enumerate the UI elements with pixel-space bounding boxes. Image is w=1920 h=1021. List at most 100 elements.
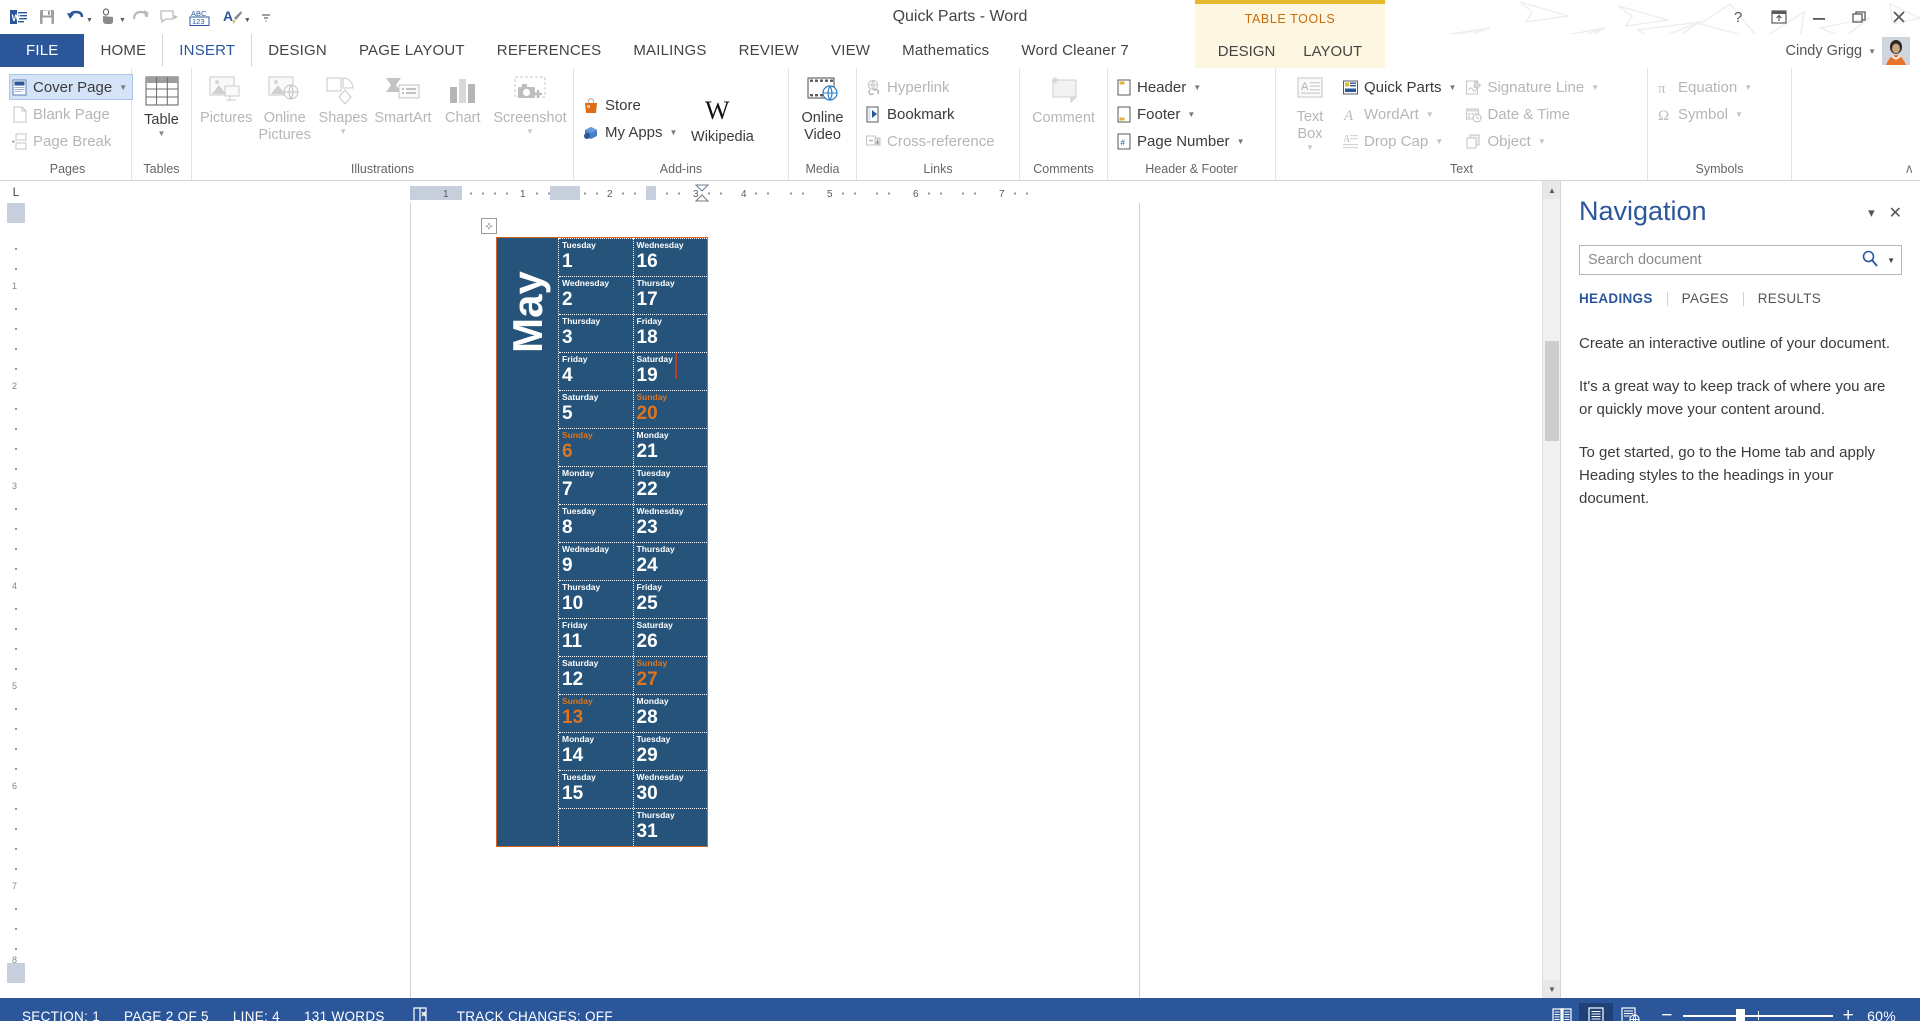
status-line[interactable]: LINE: 4 — [221, 1009, 292, 1021]
calendar-table[interactable]: May Tuesday 1 Wednesday 2 Thursday 3 Friday 4 Sa… — [496, 237, 708, 847]
calendar-cell[interactable]: Monday 28 — [633, 694, 707, 732]
calendar-cell[interactable]: Monday 21 — [633, 428, 707, 466]
ribbon-display-options-icon[interactable] — [1766, 4, 1792, 30]
calendar-cell[interactable]: Sunday 6 — [559, 428, 633, 466]
tab-references[interactable]: REFERENCES — [481, 34, 618, 67]
undo-icon[interactable] — [62, 4, 88, 30]
zoom-in-button[interactable]: + — [1843, 1006, 1854, 1021]
calendar-cell[interactable]: Saturday 19 — [633, 352, 707, 390]
calendar-cell[interactable]: Tuesday 15 — [559, 770, 633, 808]
help-icon[interactable]: ? — [1726, 4, 1752, 30]
search-options-dropdown-icon[interactable]: ▼ — [1887, 256, 1895, 265]
tab-design[interactable]: DESIGN — [252, 34, 343, 67]
word-count-icon[interactable]: ABC 123 — [184, 4, 218, 30]
calendar-cell[interactable]: Sunday 13 — [559, 694, 633, 732]
page-number-button[interactable]: # Page Number ▼ — [1113, 128, 1250, 154]
calendar-cell[interactable]: Tuesday 1 — [559, 238, 633, 276]
zoom-slider[interactable] — [1682, 1008, 1833, 1021]
calendar-cell[interactable]: Saturday 12 — [559, 656, 633, 694]
zoom-slider-thumb[interactable] — [1735, 1009, 1745, 1021]
calendar-cell[interactable]: Saturday 26 — [633, 618, 707, 656]
save-icon[interactable] — [34, 4, 60, 30]
account-dropdown-icon[interactable]: ▼ — [1868, 47, 1876, 56]
calendar-cell[interactable]: Tuesday 8 — [559, 504, 633, 542]
document-page[interactable]: ⊹ May Tuesday 1 Wednesday 2 Thursday 3 Friday 4… — [410, 203, 1140, 998]
repeat-typing-icon[interactable] — [95, 4, 121, 30]
format-painter-icon[interactable]: A — [220, 4, 246, 30]
comment-icon[interactable] — [156, 4, 182, 30]
tab-view[interactable]: VIEW — [815, 34, 886, 67]
bookmark-button[interactable]: Bookmark — [862, 101, 1001, 127]
tab-table-design[interactable]: DESIGN — [1206, 43, 1288, 60]
calendar-cell[interactable]: Friday 25 — [633, 580, 707, 618]
navigation-close-icon[interactable]: ✕ — [1889, 203, 1902, 223]
tab-word-cleaner[interactable]: Word Cleaner 7 — [1005, 34, 1145, 67]
status-section[interactable]: SECTION: 1 — [10, 1009, 112, 1021]
account-area[interactable]: Cindy Grigg ▼ — [1786, 34, 1910, 68]
header-dropdown-icon[interactable]: ▼ — [1193, 83, 1201, 92]
table-button[interactable]: Table ▼ — [137, 72, 186, 138]
vertical-ruler[interactable]: L 1 2 3 4 5 6 7 8 — [0, 181, 32, 998]
cover-page-dropdown-icon[interactable]: ▼ — [119, 83, 127, 92]
calendar-cell[interactable]: Tuesday 29 — [633, 732, 707, 770]
tab-review[interactable]: REVIEW — [723, 34, 815, 67]
tab-home[interactable]: HOME — [84, 34, 162, 67]
header-button[interactable]: Header ▼ — [1113, 74, 1250, 100]
proofing-errors-icon[interactable] — [397, 1006, 445, 1021]
wikipedia-button[interactable]: W Wikipedia — [683, 88, 761, 146]
navigation-tab-pages[interactable]: PAGES — [1668, 291, 1743, 306]
navigation-search-box[interactable]: ▼ — [1579, 245, 1902, 275]
tab-file[interactable]: FILE — [0, 34, 85, 67]
collapse-ribbon-button[interactable]: ∧ — [1904, 161, 1914, 177]
calendar-cell[interactable]: Friday 11 — [559, 618, 633, 656]
tab-table-layout[interactable]: LAYOUT — [1291, 43, 1374, 60]
calendar-cell[interactable]: Thursday 10 — [559, 580, 633, 618]
calendar-cell[interactable]: Saturday 5 — [559, 390, 633, 428]
calendar-cell[interactable]: Friday 18 — [633, 314, 707, 352]
table-dropdown-icon[interactable]: ▼ — [158, 130, 166, 138]
undo-dropdown-icon[interactable]: ▼ — [86, 17, 93, 24]
page-number-dropdown-icon[interactable]: ▼ — [1237, 137, 1245, 146]
restore-icon[interactable] — [1846, 4, 1872, 30]
quick-parts-button[interactable]: Quick Parts ▼ — [1339, 74, 1462, 100]
quick-parts-dropdown-icon[interactable]: ▼ — [1449, 83, 1457, 92]
tab-mathematics[interactable]: Mathematics — [886, 34, 1005, 67]
status-page[interactable]: PAGE 2 OF 5 — [112, 1009, 221, 1021]
navigation-options-icon[interactable]: ▾ — [1868, 205, 1875, 221]
format-painter-dropdown-icon[interactable]: ▼ — [244, 17, 251, 24]
calendar-cell[interactable]: Wednesday 23 — [633, 504, 707, 542]
calendar-cell[interactable]: Wednesday 2 — [559, 276, 633, 314]
calendar-cell[interactable]: Thursday 24 — [633, 542, 707, 580]
tab-stop-selector[interactable]: L — [8, 184, 24, 200]
calendar-cell[interactable]: Wednesday 9 — [559, 542, 633, 580]
my-apps-button[interactable]: My Apps ▼ — [579, 120, 683, 146]
minimize-icon[interactable] — [1806, 4, 1832, 30]
calendar-cell[interactable]: Monday 14 — [559, 732, 633, 770]
calendar-cell[interactable]: Tuesday 22 — [633, 466, 707, 504]
web-layout-icon[interactable] — [1613, 1003, 1647, 1021]
document-canvas[interactable]: ⊹ May Tuesday 1 Wednesday 2 Thursday 3 Friday 4… — [32, 203, 1560, 998]
my-apps-dropdown-icon[interactable]: ▼ — [670, 128, 678, 137]
redo-icon[interactable] — [128, 4, 154, 30]
customize-qat-icon[interactable] — [253, 4, 279, 30]
calendar-cell[interactable]: Sunday 20 — [633, 390, 707, 428]
tab-insert[interactable]: INSERT — [162, 34, 253, 67]
horizontal-ruler[interactable]: 1 1 2 3 4 5 6 7 — [32, 181, 1560, 203]
scroll-down-button[interactable]: ▼ — [1543, 980, 1561, 998]
scroll-up-button[interactable]: ▲ — [1543, 181, 1561, 199]
cover-page-button[interactable]: Cover Page ▼ — [9, 74, 134, 100]
zoom-out-button[interactable]: − — [1661, 1006, 1672, 1021]
print-layout-icon[interactable] — [1579, 1003, 1614, 1021]
search-icon[interactable] — [1861, 249, 1879, 272]
calendar-cell[interactable]: Sunday 27 — [633, 656, 707, 694]
calendar-cell[interactable]: Wednesday 16 — [633, 238, 707, 276]
close-icon[interactable] — [1886, 4, 1912, 30]
tab-page-layout[interactable]: PAGE LAYOUT — [343, 34, 481, 67]
calendar-cell[interactable]: Thursday 17 — [633, 276, 707, 314]
calendar-cell[interactable] — [559, 808, 633, 844]
footer-button[interactable]: Footer ▼ — [1113, 101, 1250, 127]
scroll-thumb[interactable] — [1545, 341, 1559, 441]
zoom-percent[interactable]: 60% — [1864, 1008, 1902, 1021]
read-mode-icon[interactable] — [1545, 1003, 1579, 1021]
search-input[interactable] — [1588, 252, 1856, 268]
